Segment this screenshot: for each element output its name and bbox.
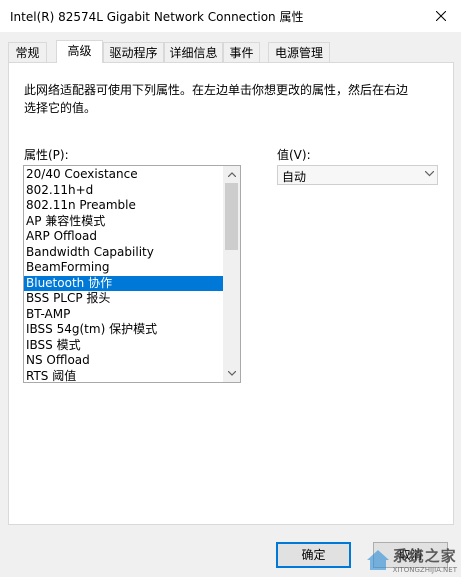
list-item[interactable]: 802.11n Preamble: [24, 198, 223, 214]
advanced-panel: 此网络适配器可使用下列属性。在左边单击你想更改的属性，然后在右边选择它的值。 属…: [8, 62, 454, 525]
watermark-title: 系统之家: [392, 547, 457, 565]
list-item[interactable]: IBSS 模式: [24, 338, 223, 354]
tab-events[interactable]: 事件: [223, 42, 260, 62]
close-button[interactable]: [421, 0, 461, 32]
chevron-down-icon: [227, 371, 236, 376]
tab-general[interactable]: 常规: [8, 42, 47, 62]
watermark-logo: 系统之家 XITONGZHIJIA.NET: [366, 545, 457, 574]
value-dropdown-text: 自动: [282, 170, 307, 184]
value-label: 值(V):: [277, 148, 311, 162]
list-item[interactable]: BeamForming: [24, 260, 223, 276]
ok-button[interactable]: 确定: [276, 542, 351, 568]
property-list: 20/40 Coexistance 802.11h+d 802.11n Prea…: [24, 167, 223, 383]
panel-description: 此网络适配器可使用下列属性。在左边单击你想更改的属性，然后在右边选择它的值。: [24, 83, 409, 115]
tab-details[interactable]: 详细信息: [164, 42, 223, 62]
property-list-scrollbar[interactable]: [223, 166, 240, 382]
list-item[interactable]: NS Offload: [24, 353, 223, 369]
window-title: Intel(R) 82574L Gigabit Network Connecti…: [10, 10, 304, 24]
tab-power-management[interactable]: 电源管理: [268, 42, 330, 62]
close-icon: [436, 11, 446, 21]
list-item[interactable]: Bandwidth Capability: [24, 245, 223, 261]
list-item[interactable]: BT-AMP: [24, 307, 223, 323]
list-item[interactable]: AP 兼容性模式: [24, 214, 223, 230]
list-item[interactable]: 20/40 Coexistance: [24, 167, 223, 183]
list-item[interactable]: ARP Offload: [24, 229, 223, 245]
property-label: 属性(P):: [24, 148, 69, 162]
chevron-up-icon: [227, 172, 236, 177]
chevron-down-icon: [425, 171, 434, 177]
scroll-up-button[interactable]: [223, 166, 240, 183]
watermark-url: XITONGZHIJIA.NET: [392, 566, 457, 574]
list-item[interactable]: BSS PLCP 报头: [24, 291, 223, 307]
value-dropdown[interactable]: 自动: [277, 165, 438, 185]
list-item[interactable]: RTS 阈值: [24, 369, 223, 383]
tab-advanced[interactable]: 高级: [56, 40, 103, 63]
list-item-selected[interactable]: Bluetooth 协作: [24, 275, 223, 291]
house-logo-icon: [366, 549, 389, 570]
scroll-thumb[interactable]: [225, 183, 238, 250]
tab-driver[interactable]: 驱动程序: [103, 42, 164, 62]
property-listbox[interactable]: 20/40 Coexistance 802.11h+d 802.11n Prea…: [23, 165, 241, 383]
scroll-down-button[interactable]: [223, 365, 240, 382]
list-item[interactable]: IBSS 54g(tm) 保护模式: [24, 322, 223, 338]
list-item[interactable]: 802.11h+d: [24, 183, 223, 199]
title-bar: Intel(R) 82574L Gigabit Network Connecti…: [0, 0, 461, 32]
